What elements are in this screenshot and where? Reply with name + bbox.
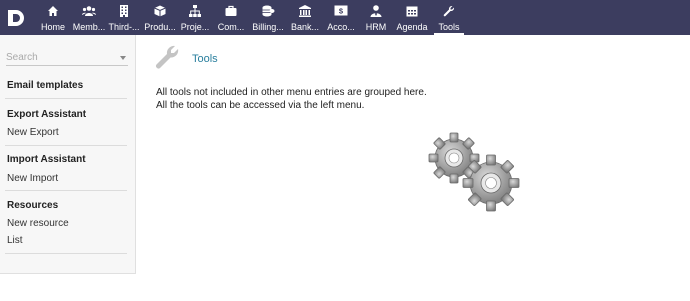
- nav-agenda-label: Agenda: [396, 22, 428, 32]
- members-icon: [72, 5, 106, 20]
- page-description-line-2: All the tools can be accessed via the le…: [156, 100, 365, 111]
- building-icon: [107, 5, 141, 20]
- gears-icon: [428, 131, 523, 218]
- nav-hrm-label: HRM: [365, 22, 387, 32]
- page-wrench-icon: [154, 44, 180, 75]
- nav-members-label: Memb...: [72, 22, 106, 32]
- home-icon: [38, 5, 68, 20]
- sidebar-link-new-export[interactable]: New Export: [7, 127, 59, 138]
- nav-bank-label: Bank...: [290, 22, 319, 32]
- nav-agenda[interactable]: Agenda: [394, 0, 430, 35]
- bank-icon: [288, 5, 322, 20]
- page-description-line-1: All tools not included in other menu ent…: [156, 87, 427, 98]
- nav-projects-label: Proje...: [180, 22, 210, 32]
- nav-products-label: Produ...: [144, 22, 176, 32]
- dollar-icon: $: [324, 5, 358, 20]
- search-placeholder: Search: [6, 52, 38, 63]
- sidebar-title-email-templates[interactable]: Email templates: [7, 80, 83, 91]
- sidebar-link-new-import[interactable]: New Import: [7, 173, 58, 184]
- nav-third-parties[interactable]: Third-...: [107, 0, 141, 35]
- cube-icon: [143, 5, 177, 20]
- app-logo[interactable]: [6, 8, 26, 28]
- search-select[interactable]: Search: [6, 52, 128, 66]
- nav-accounting-label: Acco...: [327, 22, 355, 32]
- nav-billing[interactable]: Billing...: [250, 0, 286, 35]
- nav-billing-label: Billing...: [252, 22, 284, 32]
- nav-home-label: Home: [40, 22, 65, 32]
- wrench-icon: [434, 5, 464, 20]
- sidebar-divider: [5, 190, 127, 191]
- nav-members[interactable]: Memb...: [72, 0, 106, 35]
- nav-projects[interactable]: Proje...: [178, 0, 212, 35]
- top-navbar: Home Memb... Third-... Produ... Proje...…: [0, 0, 690, 35]
- nav-accounting[interactable]: $ Acco...: [324, 0, 358, 35]
- sidebar-link-new-resource[interactable]: New resource: [7, 218, 69, 229]
- sidebar-divider: [5, 253, 127, 254]
- briefcase-icon: [214, 5, 248, 20]
- nav-tools[interactable]: Tools: [434, 0, 464, 35]
- nav-hrm[interactable]: HRM: [361, 0, 391, 35]
- nav-bank[interactable]: Bank...: [288, 0, 322, 35]
- calendar-icon: [394, 5, 430, 20]
- sidebar-title-import-assistant[interactable]: Import Assistant: [7, 154, 86, 165]
- page-title: Tools: [192, 53, 218, 65]
- sidebar-title-resources[interactable]: Resources: [7, 200, 58, 211]
- nav-products[interactable]: Produ...: [143, 0, 177, 35]
- sidebar-divider: [5, 98, 127, 99]
- logo-icon: [8, 10, 24, 26]
- sitemap-icon: [178, 5, 212, 20]
- nav-third-parties-label: Third-...: [108, 22, 140, 32]
- nav-tools-label: Tools: [438, 22, 460, 32]
- coins-icon: [250, 5, 286, 20]
- nav-commercial[interactable]: Com...: [214, 0, 248, 35]
- nav-home[interactable]: Home: [38, 0, 68, 35]
- sidebar-divider: [5, 145, 127, 146]
- nav-commercial-label: Com...: [217, 22, 245, 32]
- left-sidebar: Search Email templates Export Assistant …: [0, 35, 136, 274]
- chevron-down-icon[interactable]: [120, 56, 126, 60]
- sidebar-link-list[interactable]: List: [7, 235, 23, 246]
- sidebar-title-export-assistant[interactable]: Export Assistant: [7, 109, 86, 120]
- user-tie-icon: [361, 5, 391, 20]
